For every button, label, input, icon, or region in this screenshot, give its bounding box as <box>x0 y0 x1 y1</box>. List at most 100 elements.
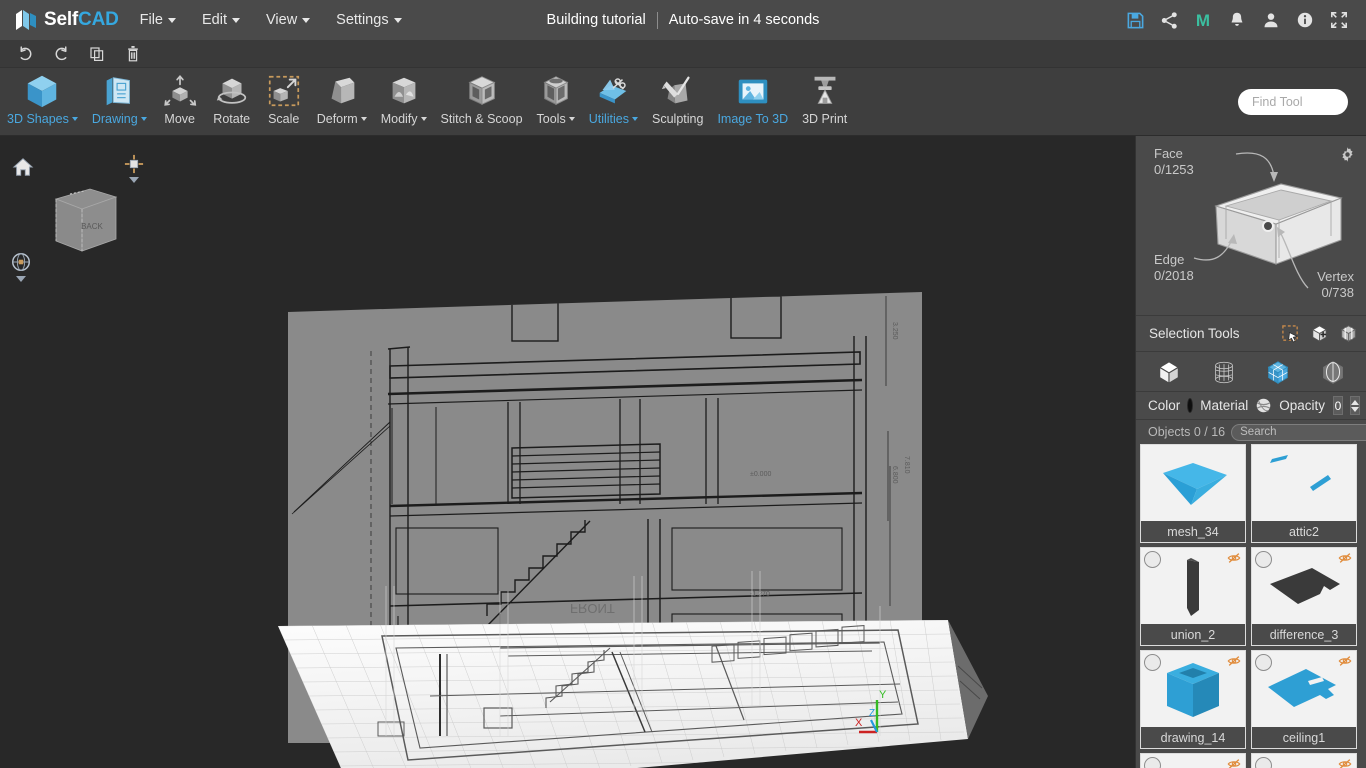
chevron-down-icon <box>360 117 367 121</box>
stepper-down-icon[interactable] <box>1351 406 1359 412</box>
chevron-down-icon <box>71 117 78 121</box>
tool-modify[interactable]: Modify <box>374 68 434 136</box>
chevron-down-icon <box>393 17 402 23</box>
menu-settings[interactable]: Settings <box>323 0 414 40</box>
copy-icon[interactable] <box>80 41 114 67</box>
edge-value: 0/2018 <box>1154 268 1194 283</box>
object-tile-partial-2[interactable] <box>1251 753 1357 768</box>
object-mode-icon[interactable] <box>1150 358 1188 386</box>
axis-view-button[interactable] <box>124 154 144 183</box>
face-topology-label: Face 0/1253 <box>1154 146 1194 178</box>
rectangle-select-icon[interactable] <box>1281 324 1300 343</box>
object-tile-mesh-34[interactable]: mesh_34 <box>1140 444 1246 543</box>
menu-view[interactable]: View <box>253 0 323 40</box>
topology-widget: Face 0/1253 Edge 0/2018 Vertex 0/738 <box>1136 136 1366 316</box>
tool-3d-print[interactable]: 3D Print <box>795 68 854 136</box>
save-icon[interactable] <box>1118 0 1152 40</box>
menu-file-label: File <box>139 12 163 28</box>
menu-view-label: View <box>266 12 298 28</box>
tool-scale[interactable]: Scale <box>258 68 310 136</box>
tool-image-to-3d[interactable]: Image To 3D <box>710 68 795 136</box>
notifications-bell-icon[interactable] <box>1220 0 1254 40</box>
objects-search-input[interactable] <box>1232 424 1366 440</box>
svg-text:M: M <box>1196 11 1210 30</box>
chevron-down-icon <box>140 117 147 121</box>
right-panel: Face 0/1253 Edge 0/2018 Vertex 0/738 Sel… <box>1135 136 1366 768</box>
view-cube[interactable]: BACK <box>50 181 122 259</box>
object-thumbnail <box>1252 548 1356 624</box>
vertex-label: Vertex <box>1317 269 1354 284</box>
object-name: difference_3 <box>1252 624 1356 645</box>
utilities-icon <box>594 71 632 111</box>
tools-icon <box>537 71 575 111</box>
image-to-3d-icon <box>734 71 772 111</box>
undo-icon[interactable] <box>8 41 42 67</box>
chevron-down-icon <box>568 117 575 121</box>
marketplace-icon[interactable]: M <box>1186 0 1220 40</box>
home-view-button[interactable] <box>12 156 34 178</box>
material-label: Material <box>1200 398 1249 413</box>
share-icon[interactable] <box>1152 0 1186 40</box>
selection-tools-label: Selection Tools <box>1149 326 1240 341</box>
object-tile-union-2[interactable]: union_2 <box>1140 547 1246 646</box>
brand-logo-group[interactable]: SelfCAD <box>0 8 127 32</box>
delete-icon[interactable] <box>116 41 150 67</box>
object-name: attic2 <box>1252 521 1356 542</box>
tool-3d-shapes[interactable]: 3D Shapes <box>0 68 85 136</box>
tool-rotate[interactable]: Rotate <box>206 68 258 136</box>
object-tile-drawing-14[interactable]: drawing_14 <box>1140 650 1246 749</box>
object-thumbnail <box>1141 548 1245 624</box>
chevron-down-icon <box>302 17 311 23</box>
objects-list[interactable]: mesh_34 attic2 union_2 difference_3 draw… <box>1136 444 1366 768</box>
object-tile-attic2[interactable]: attic2 <box>1251 444 1357 543</box>
deform-icon <box>323 71 361 111</box>
chevron-down-icon <box>232 17 240 23</box>
menu-file[interactable]: File <box>127 0 189 40</box>
orbit-view-button[interactable] <box>10 251 32 282</box>
opacity-stepper[interactable] <box>1350 396 1360 415</box>
object-tile-partial-1[interactable] <box>1140 753 1246 768</box>
tool-stitch-scoop[interactable]: Stitch & Scoop <box>434 68 530 136</box>
fullscreen-icon[interactable] <box>1322 0 1356 40</box>
objects-search[interactable] <box>1231 423 1366 441</box>
object-thumbnail <box>1141 754 1245 768</box>
tool-move-label: Move <box>164 112 195 126</box>
object-tile-difference-3[interactable]: difference_3 <box>1251 547 1357 646</box>
opacity-input[interactable]: 0 <box>1333 396 1343 415</box>
menu-edit[interactable]: Edit <box>189 0 253 40</box>
3d-viewport[interactable]: 3.250 6.800 7.810 ±0.000 -1.270 FRONT <box>0 136 1135 768</box>
drawing-book-icon <box>100 71 138 111</box>
material-sphere-icon[interactable] <box>1255 397 1272 414</box>
3d-print-icon <box>806 71 844 111</box>
info-icon[interactable] <box>1288 0 1322 40</box>
tool-drawing[interactable]: Drawing <box>85 68 154 136</box>
user-account-icon[interactable] <box>1254 0 1288 40</box>
axis-label-y: Y <box>879 689 887 701</box>
select-through-icon[interactable] <box>1310 324 1329 343</box>
tool-move[interactable]: Move <box>154 68 206 136</box>
object-name: union_2 <box>1141 624 1245 645</box>
tool-3d-print-label: 3D Print <box>802 112 848 126</box>
edge-topology-label: Edge 0/2018 <box>1154 252 1194 284</box>
tool-stitch-scoop-label: Stitch & Scoop <box>440 112 523 126</box>
chevron-down-icon <box>168 17 176 23</box>
workspace: 3.250 6.800 7.810 ±0.000 -1.270 FRONT <box>0 136 1366 768</box>
tool-utilities[interactable]: Utilities <box>582 68 645 136</box>
tool-deform[interactable]: Deform <box>310 68 374 136</box>
object-name: mesh_34 <box>1141 521 1245 542</box>
main-toolbar: 3D Shapes Drawing Move Rotate Scale Defo… <box>0 68 1366 136</box>
object-tile-ceiling1[interactable]: ceiling1 <box>1251 650 1357 749</box>
color-swatch[interactable] <box>1187 398 1194 413</box>
find-tool-input[interactable] <box>1238 89 1348 115</box>
tool-sculpting[interactable]: Sculpting <box>645 68 710 136</box>
stepper-up-icon[interactable] <box>1351 399 1359 405</box>
modify-icon <box>385 71 423 111</box>
face-mode-icon[interactable] <box>1259 358 1297 386</box>
menu-settings-label: Settings <box>336 12 389 28</box>
redo-icon[interactable] <box>44 41 78 67</box>
wireframe-mode-icon[interactable] <box>1205 358 1243 386</box>
object-thumbnail <box>1252 754 1356 768</box>
select-loop-icon[interactable] <box>1339 324 1358 343</box>
tool-tools[interactable]: Tools <box>530 68 582 136</box>
transparent-mode-icon[interactable] <box>1314 358 1352 386</box>
